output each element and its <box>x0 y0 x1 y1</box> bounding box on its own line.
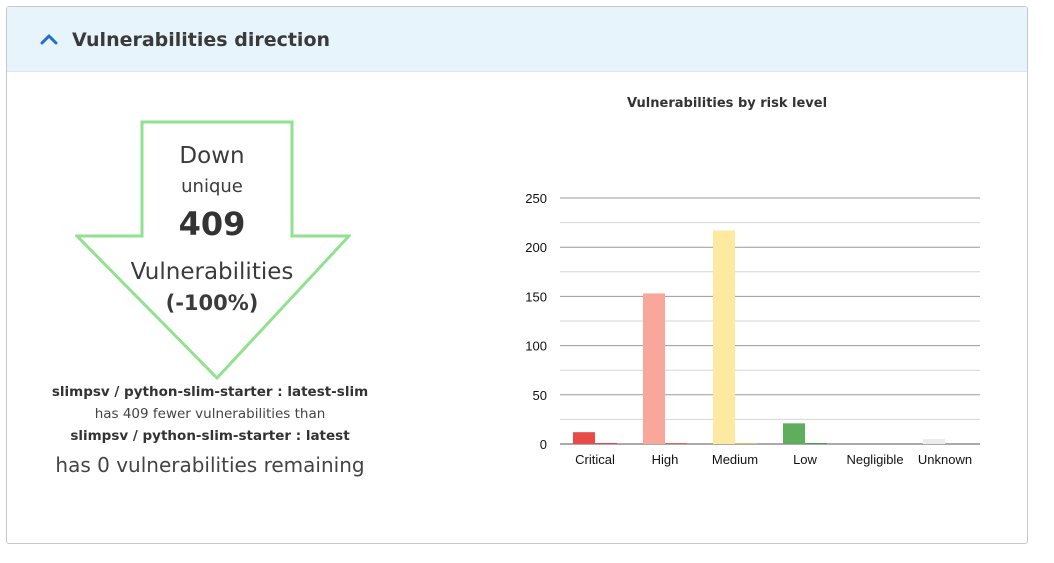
x-tick-label: Low <box>793 452 817 467</box>
bar-medium[interactable] <box>713 230 735 444</box>
x-tick-label: Unknown <box>918 452 972 467</box>
bar-unknown[interactable] <box>923 439 945 444</box>
chevron-up-icon[interactable] <box>39 31 59 47</box>
bar-high[interactable] <box>643 293 665 444</box>
bar-critical-secondary[interactable] <box>595 443 617 444</box>
x-tick-label: Critical <box>575 452 615 467</box>
y-tick-label: 0 <box>540 437 547 452</box>
vulnerability-count: 409 <box>178 205 246 243</box>
chart-title: Vulnerabilities by risk level <box>626 96 828 111</box>
image-b-name: slimpsv / python-slim-starter : latest <box>70 428 350 444</box>
y-tick-label: 250 <box>525 191 547 206</box>
y-tick-label: 200 <box>525 240 547 255</box>
x-tick-label: Negligible <box>846 452 903 467</box>
remaining-text: has 0 vulnerabilities remaining <box>55 453 365 477</box>
vulnerability-unit: Vulnerabilities <box>130 259 294 285</box>
panel-header[interactable]: Vulnerabilities direction <box>7 7 1027 72</box>
comparison-text: has 409 fewer vulnerabilities than <box>94 406 326 422</box>
bar-critical[interactable] <box>573 432 595 444</box>
direction-sublabel: unique <box>181 176 243 197</box>
x-tick-label: Medium <box>712 452 758 467</box>
x-tick-label: High <box>652 452 679 467</box>
risk-level-bar-chart: 0 50 100 150 200 250 Critical High Medium Low Negl… <box>525 191 980 467</box>
bar-medium-secondary[interactable] <box>735 443 757 444</box>
y-tick-label: 100 <box>525 339 547 354</box>
direction-label: Down <box>179 143 245 169</box>
bar-low[interactable] <box>783 423 805 444</box>
y-tick-label: 50 <box>533 388 547 403</box>
panel-title: Vulnerabilities direction <box>72 29 331 51</box>
image-a-name: slimpsv / python-slim-starter : latest-s… <box>51 384 369 400</box>
y-tick-label: 150 <box>525 289 547 304</box>
bar-high-secondary[interactable] <box>665 443 687 444</box>
vulnerability-percent: (-100%) <box>165 291 259 315</box>
bar-low-secondary[interactable] <box>805 443 827 444</box>
